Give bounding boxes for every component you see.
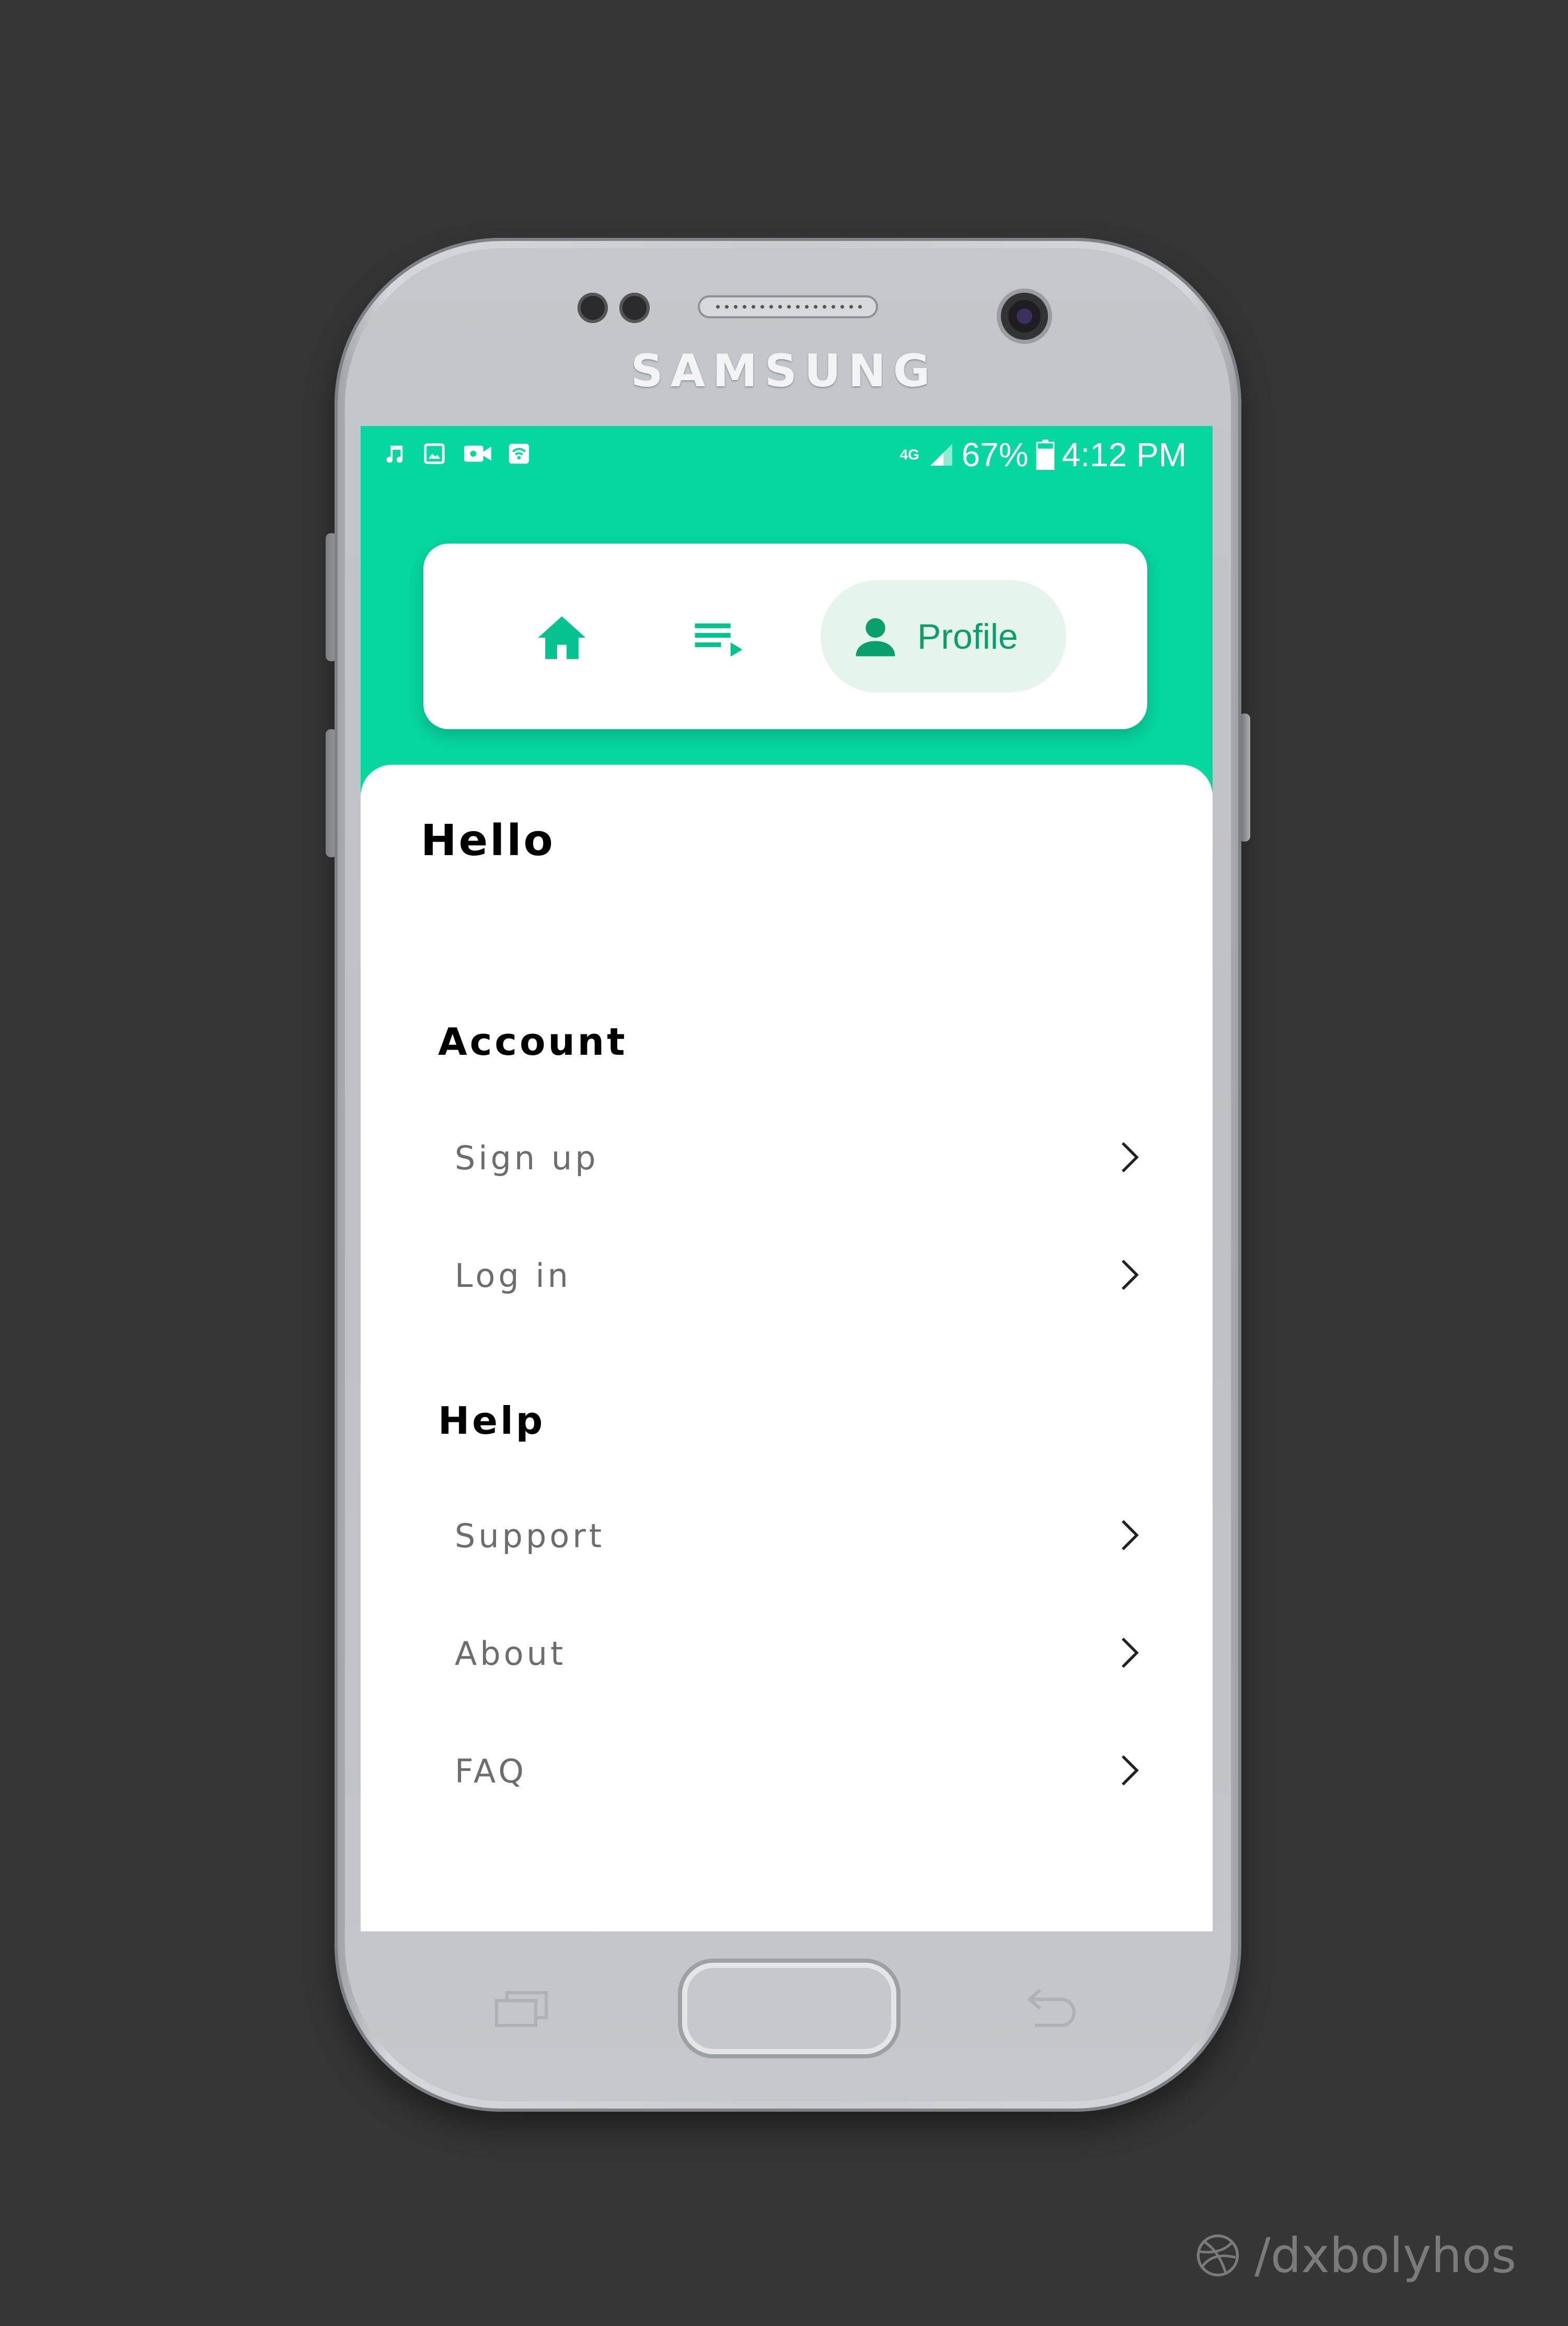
menu-item-label: About [455,1634,567,1673]
chevron-right-icon [1122,1520,1139,1550]
greeting-title: Hello [421,816,555,866]
image-icon [424,443,445,464]
video-camera-icon [464,445,491,462]
light-sensor [619,293,650,323]
home-icon [538,616,586,659]
wifi-hotspot-icon [509,443,529,464]
nav-playlist[interactable] [690,612,747,664]
battery-percent: 67% [961,436,1029,474]
nav-home[interactable] [533,612,591,664]
earpiece-speaker [698,295,878,318]
dribbble-icon [1196,2234,1239,2277]
menu-item-about[interactable]: About [455,1616,1145,1689]
watermark: /dxbolyhos [1194,2224,1516,2287]
chevron-right-icon [1122,1755,1139,1786]
playlist-icon [695,623,743,657]
front-camera [1001,293,1048,340]
menu-item-faq[interactable]: FAQ [455,1733,1145,1806]
menu-item-log-in[interactable]: Log in [455,1238,1145,1311]
music-note-icon [386,445,403,463]
screen: 4G 67% 4:12 PM Profile Hello Account Sig… [361,426,1213,1931]
section-title-account: Account [438,1020,628,1064]
battery-icon [1036,440,1055,470]
profile-sheet: Hello Account Sign up Log in Help Suppor… [361,765,1213,1931]
home-button[interactable] [682,1963,896,2054]
proximity-sensor [578,293,608,323]
menu-item-label: FAQ [455,1752,527,1790]
status-bar: 4G 67% 4:12 PM [361,426,1213,483]
status-right: 4G 67% 4:12 PM [900,436,1186,474]
bottom-nav-card: Profile [423,544,1147,729]
signal-icon [930,444,952,466]
nav-profile-active[interactable]: Profile [821,580,1066,693]
watermark-text: /dxbolyhos [1254,2227,1517,2284]
person-icon [856,618,895,656]
network-type: 4G [900,446,919,463]
chevron-right-icon [1122,1142,1139,1172]
chevron-right-icon [1122,1260,1139,1290]
clock: 4:12 PM [1062,436,1186,474]
menu-item-label: Log in [455,1257,571,1295]
brand-logo: SAMSUNG [630,345,938,397]
menu-item-label: Support [455,1517,605,1555]
chevron-right-icon [1122,1638,1139,1668]
nav-profile-label: Profile [917,616,1018,657]
menu-item-sign-up[interactable]: Sign up [455,1120,1145,1193]
menu-item-label: Sign up [455,1139,599,1177]
menu-item-support[interactable]: Support [455,1498,1145,1571]
recent-apps-icon[interactable] [494,1989,551,2028]
back-icon[interactable] [1022,1986,1079,2028]
section-title-help: Help [438,1399,546,1443]
